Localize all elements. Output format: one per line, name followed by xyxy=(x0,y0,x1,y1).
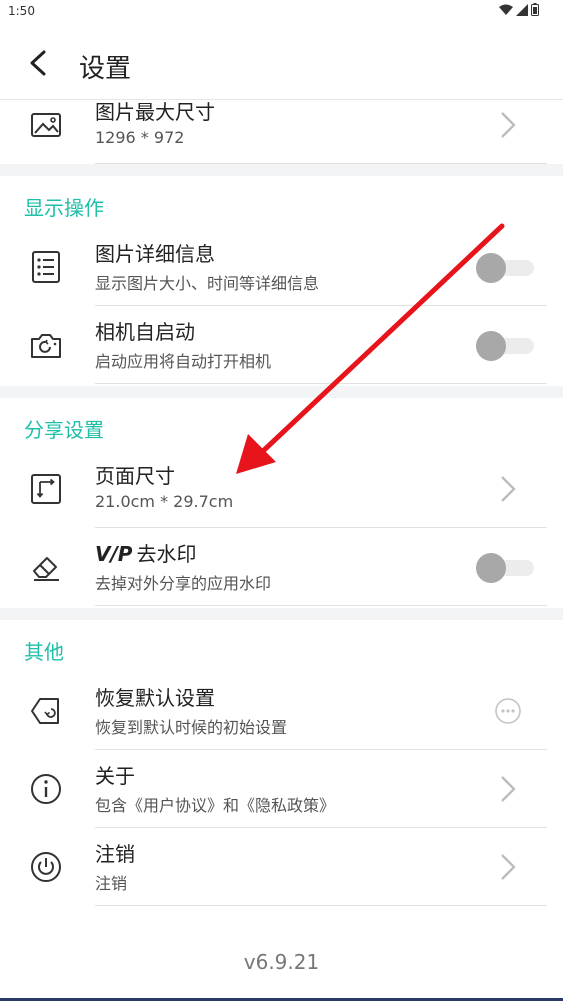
chevron-right-icon xyxy=(501,112,516,138)
setting-row-page-size[interactable]: 页面尺寸 21.0cm * 29.7cm xyxy=(0,450,563,528)
status-bar: 1:50 xyxy=(0,0,563,24)
list-icon xyxy=(32,251,60,283)
setting-subtitle: 注销 xyxy=(95,874,128,893)
section-title-other: 其他 xyxy=(24,640,64,664)
setting-row-image-max-size[interactable]: 图片最大尺寸 1296 * 972 xyxy=(0,86,563,164)
setting-title: 去水印 xyxy=(136,542,197,566)
vip-badge: V/P xyxy=(95,542,133,566)
setting-title-wrap: V/P 去水印 xyxy=(95,538,196,567)
setting-row-camera-autostart[interactable]: 相机自启动 启动应用将自动打开相机 xyxy=(0,306,563,384)
section-title-display: 显示操作 xyxy=(24,196,104,220)
row-divider xyxy=(95,383,547,384)
remove-watermark-toggle[interactable] xyxy=(476,553,536,583)
setting-title: 注销 xyxy=(95,842,135,866)
row-divider xyxy=(95,905,547,906)
setting-row-reset-defaults[interactable]: 恢复默认设置 恢复到默认时候的初始设置 xyxy=(0,672,563,750)
setting-row-logout[interactable]: 注销 注销 xyxy=(0,828,563,906)
info-icon xyxy=(31,774,61,804)
setting-subtitle: 显示图片大小、时间等详细信息 xyxy=(95,274,320,293)
app-version: v6.9.21 xyxy=(243,950,320,974)
status-time: 1:50 xyxy=(8,4,35,18)
section-gap xyxy=(0,608,563,620)
setting-subtitle: 1296 * 972 xyxy=(95,128,185,147)
eraser-icon xyxy=(33,557,59,581)
section-title-share: 分享设置 xyxy=(24,418,104,442)
camera-autostart-toggle[interactable] xyxy=(476,331,536,361)
chevron-right-icon xyxy=(501,776,516,802)
setting-title: 图片最大尺寸 xyxy=(95,100,215,124)
setting-title: 页面尺寸 xyxy=(95,464,175,488)
page-size-icon xyxy=(31,474,61,504)
section-gap xyxy=(0,164,563,176)
setting-title: 关于 xyxy=(95,764,135,788)
setting-title: 恢复默认设置 xyxy=(95,686,215,710)
setting-row-about[interactable]: 关于 包含《用户协议》和《隐私政策》 xyxy=(0,750,563,828)
setting-row-image-details[interactable]: 图片详细信息 显示图片大小、时间等详细信息 xyxy=(0,228,563,306)
setting-subtitle: 去掉对外分享的应用水印 xyxy=(95,574,272,593)
back-arrow-icon[interactable] xyxy=(22,46,56,80)
header-divider xyxy=(0,99,563,100)
more-options-icon[interactable] xyxy=(494,697,522,725)
setting-title: 图片详细信息 xyxy=(95,242,215,266)
image-icon xyxy=(31,113,61,137)
row-divider xyxy=(95,605,547,606)
setting-subtitle: 21.0cm * 29.7cm xyxy=(95,492,234,511)
wifi-icon xyxy=(499,4,513,15)
chevron-right-icon xyxy=(501,476,516,502)
signal-icon xyxy=(516,3,528,16)
reset-icon xyxy=(31,698,59,724)
status-icons xyxy=(499,3,539,16)
section-gap xyxy=(0,386,563,398)
setting-subtitle: 包含《用户协议》和《隐私政策》 xyxy=(95,796,336,815)
setting-row-remove-watermark[interactable]: V/P 去水印 去掉对外分享的应用水印 xyxy=(0,528,563,606)
setting-title: 相机自启动 xyxy=(95,320,195,344)
setting-subtitle: 恢复到默认时候的初始设置 xyxy=(95,718,288,737)
power-icon xyxy=(31,852,61,882)
camera-icon xyxy=(31,334,61,358)
setting-subtitle: 启动应用将自动打开相机 xyxy=(95,352,272,371)
image-details-toggle[interactable] xyxy=(476,253,536,283)
page-title: 设置 xyxy=(79,54,132,84)
chevron-right-icon xyxy=(501,854,516,880)
battery-icon xyxy=(531,3,539,16)
